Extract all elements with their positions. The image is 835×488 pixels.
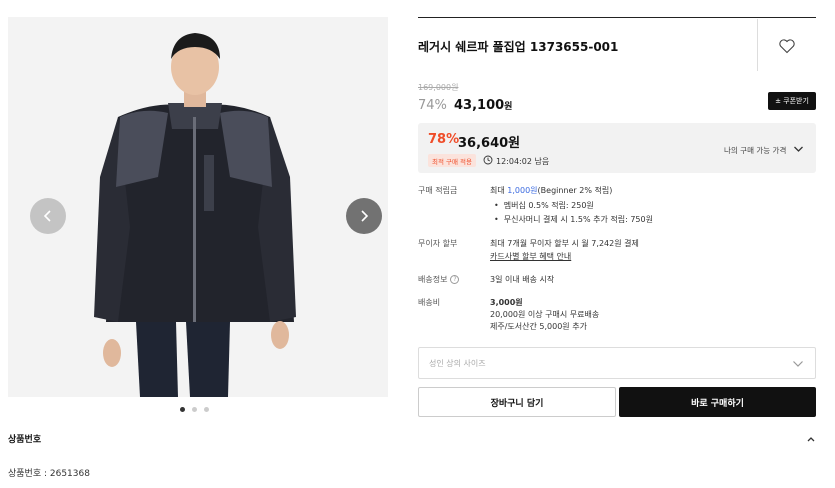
title-row: 레거시 쉐르파 풀집업 1373655-001: [418, 18, 816, 71]
points-amount: 1,000원: [507, 186, 538, 195]
buy-now-button[interactable]: 바로 구매하기: [619, 387, 816, 417]
gallery-prev-button[interactable]: [30, 198, 66, 234]
gallery-next-button[interactable]: [346, 198, 382, 234]
original-price: 169,000원: [418, 83, 459, 92]
gallery-dot[interactable]: [204, 407, 209, 412]
chevron-down-icon[interactable]: [793, 145, 804, 153]
price-row: 74% 43,100원: [418, 94, 512, 113]
price-unit: 원: [504, 102, 513, 112]
size-select[interactable]: 성인 상의 사이즈: [418, 347, 816, 379]
gallery-dot[interactable]: [192, 407, 197, 412]
points-bullet: 멤버십 0.5% 적립: 250원: [494, 200, 594, 211]
best-price-badge: 최적 구매 적용: [428, 154, 477, 167]
section-title: 상품번호: [8, 435, 42, 445]
coupon-button[interactable]: ± 쿠폰받기: [768, 92, 816, 110]
best-price: 36,640원: [458, 136, 521, 151]
clock-icon: [483, 155, 493, 165]
product-number-text: 상품번호 : 2651368: [8, 469, 90, 479]
points-label: 구매 적립금: [418, 186, 458, 195]
product-number-section: 상품번호 상품번호 : 2651368: [8, 432, 816, 479]
shipping-fee-label: 배송비: [418, 298, 441, 307]
best-discount-percent: 78%: [428, 132, 460, 147]
gallery-pagination: [180, 407, 209, 412]
installment-label: 무이자 할부: [418, 239, 458, 248]
points-prefix: 최대: [490, 186, 508, 195]
my-price-toggle[interactable]: 나의 구매 가능 가격: [724, 145, 786, 156]
product-photo: [8, 17, 388, 397]
points-value: 최대 1,000원(Beginner 2% 적립): [490, 185, 612, 196]
shipping-fee-amount: 3,000원: [490, 298, 523, 307]
shipping-info-label-text: 배송정보: [418, 275, 448, 284]
heart-icon[interactable]: [778, 37, 796, 55]
shipping-free-threshold: 20,000원 이상 구매시 무료배송: [490, 310, 600, 319]
installment-link[interactable]: 카드사별 할부 혜택 안내: [490, 251, 571, 262]
discount-percent: 74%: [418, 98, 447, 113]
divider: [757, 19, 758, 71]
help-icon[interactable]: ?: [450, 275, 460, 284]
chevron-up-icon[interactable]: [806, 434, 816, 444]
shipping-info-label: 배송정보?: [418, 274, 460, 285]
points-bullet: 무신사머니 결제 시 1.5% 추가 적립: 750원: [494, 214, 653, 225]
installment-value: 최대 7개월 무이자 할부 시 월 7,242원 결제: [490, 239, 639, 248]
best-price-box: 78% 36,640원 최적 구매 적용 12:04:02 남음 나의 구매 가…: [418, 123, 816, 173]
sale-price: 43,100: [454, 98, 505, 113]
countdown-timer: 12:04:02 남음: [496, 157, 550, 166]
chevron-down-icon: [793, 361, 803, 367]
size-select-placeholder: 성인 상의 사이즈: [429, 359, 486, 368]
points-suffix: (Beginner 2% 적립): [537, 186, 613, 195]
chevron-right-icon: [361, 210, 369, 222]
add-to-cart-button[interactable]: 장바구니 담기: [418, 387, 616, 417]
shipping-info-value: 3일 이내 배송 시작: [490, 275, 555, 284]
chevron-left-icon: [43, 210, 51, 222]
product-title: 레거시 쉐르파 풀집업 1373655-001: [418, 40, 619, 54]
shipping-island-fee: 제주/도서산간 5,000원 추가: [490, 322, 587, 331]
gallery-dot[interactable]: [180, 407, 185, 412]
product-image-gallery: [8, 17, 388, 397]
